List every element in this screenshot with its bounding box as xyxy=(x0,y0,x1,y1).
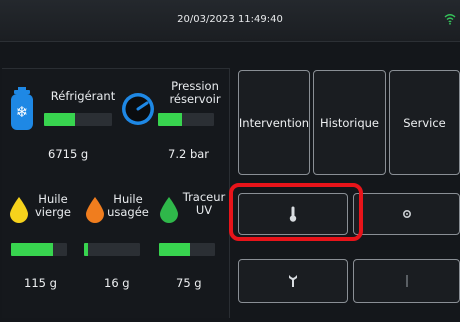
used-oil-label-line2: usagée xyxy=(107,205,149,219)
pressure-value: 7.2 bar xyxy=(168,147,210,161)
used-oil-level-bar xyxy=(84,243,140,256)
intervention-label: Intervention xyxy=(238,115,310,130)
uv-tracer-level-bar xyxy=(159,243,215,256)
yellow-oil-drop-icon xyxy=(10,197,28,223)
used-oil-value: 16 g xyxy=(104,276,130,290)
pressure-level-bar xyxy=(158,113,214,126)
main-screen: 20/03/2023 11:49:40 ❄ Réfrigérant 6715 g… xyxy=(0,0,460,322)
historique-button[interactable]: Historique xyxy=(313,70,386,175)
intervention-button[interactable]: Intervention xyxy=(238,70,310,175)
info-button[interactable] xyxy=(353,259,460,303)
info-icon xyxy=(405,275,408,287)
uv-tracer-label-line2: UV xyxy=(195,203,213,217)
wrench-icon xyxy=(289,275,297,287)
pressure-label-line2: réservoir xyxy=(169,92,221,106)
refrigerant-level-bar xyxy=(44,113,112,126)
green-drop-icon xyxy=(160,197,178,223)
virgin-oil-level-bar xyxy=(11,243,67,256)
orange-oil-drop-icon xyxy=(86,197,104,223)
selection-highlight xyxy=(229,183,363,241)
uv-tracer-label: Traceur UV xyxy=(178,191,230,217)
virgin-oil-label: Huile vierge xyxy=(31,193,75,219)
uv-tracer-value: 75 g xyxy=(176,276,202,290)
used-oil-label: Huile usagée xyxy=(104,193,152,219)
refrigerant-tank-icon: ❄ xyxy=(11,87,33,130)
gear-icon xyxy=(402,209,411,219)
virgin-oil-value: 115 g xyxy=(24,276,57,290)
pressure-gauge-icon xyxy=(122,93,154,125)
service-button[interactable]: Service xyxy=(389,70,460,175)
datetime-display: 20/03/2023 11:49:40 xyxy=(177,14,283,25)
pressure-label: Pression réservoir xyxy=(164,80,226,106)
svg-text:❄: ❄ xyxy=(16,103,29,121)
header-bar: 20/03/2023 11:49:40 xyxy=(0,0,460,42)
virgin-oil-label-line2: vierge xyxy=(35,205,71,219)
maintenance-button[interactable] xyxy=(238,259,348,303)
settings-button[interactable] xyxy=(353,193,460,235)
refrigerant-label: Réfrigérant xyxy=(50,89,116,103)
historique-label: Historique xyxy=(320,115,379,130)
wifi-icon xyxy=(444,14,456,25)
refrigerant-value: 6715 g xyxy=(48,147,89,161)
service-label: Service xyxy=(403,115,446,130)
